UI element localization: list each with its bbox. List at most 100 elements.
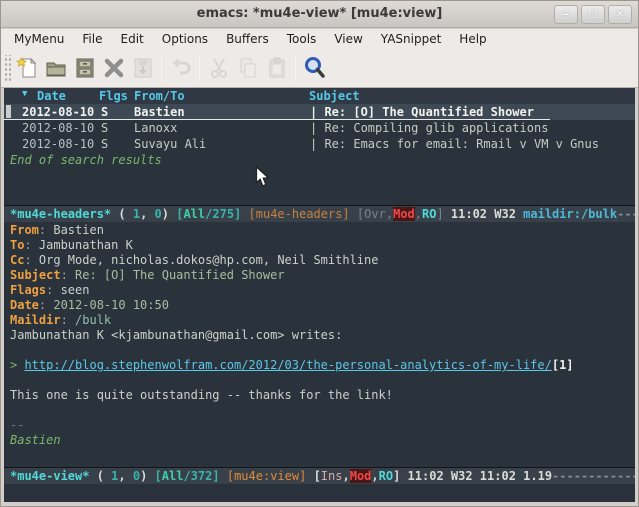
menu-file[interactable]: File: [73, 31, 111, 47]
header-cell-from: Bastien: [134, 105, 185, 119]
message-list: 2012-08-10 S Bastien | Re: [O] The Quantifi…: [4, 104, 635, 152]
message-field-maildir: Maildir: /bulk: [10, 313, 635, 328]
field-label: Subject: [10, 268, 61, 282]
column-header-from[interactable]: From/To: [134, 89, 185, 103]
header-row[interactable]: 2012-08-10SBastien| Re: [O] The Quantifi…: [4, 104, 635, 120]
modeline-segment-all: All: [183, 207, 205, 221]
menu-help[interactable]: Help: [450, 31, 495, 47]
message-header-fields: From: BastienTo: Jambunathan KCc: Org Mo…: [10, 223, 635, 328]
modeline-segment-ins: Ins: [321, 469, 343, 483]
copy-icon: [234, 53, 261, 82]
save-buffer-icon: [129, 53, 156, 82]
close-button[interactable]: ✕: [608, 5, 632, 24]
cut-icon: [205, 53, 232, 82]
header-cell-date: 2012-08-10: [22, 121, 94, 135]
column-header-flags[interactable]: Flgs: [99, 89, 128, 103]
sort-descending-icon[interactable]: ▼: [22, 89, 27, 99]
menu-tools[interactable]: Tools: [278, 31, 326, 47]
field-label: Date: [10, 298, 39, 312]
message-field-subject: Subject: Re: [O] The Quantified Shower: [10, 268, 635, 283]
emacs-window: emacs: *mu4e-view* [mu4e:view] – □ ✕ MyM…: [0, 0, 639, 507]
field-colon: :: [39, 298, 53, 312]
headers-column-row: ▼ Date Flgs From/To Subject: [4, 88, 635, 104]
modeline-segment-text: 11:02 W32 11:02 1.19: [400, 469, 552, 483]
window-controls: – □ ✕: [554, 5, 632, 24]
new-file-icon[interactable]: [13, 53, 40, 82]
echo-area[interactable]: [4, 484, 635, 502]
maximize-button[interactable]: □: [581, 5, 605, 24]
modeline-segment-buffer: *mu4e-headers*: [10, 207, 111, 221]
titlebar[interactable]: emacs: *mu4e-view* [mu4e:view] – □ ✕: [1, 1, 638, 28]
end-of-search-results-text: End of search results: [10, 153, 162, 167]
field-value: Jambunathan K: [39, 238, 133, 252]
dired-icon[interactable]: [71, 53, 98, 82]
menu-view[interactable]: View: [325, 31, 371, 47]
header-cell-flag: S: [101, 121, 108, 135]
header-cell-from: Suvayu Ali: [134, 137, 206, 151]
header-row[interactable]: 2012-08-10 S Lanoxx | Re: Compiling glib ap…: [4, 120, 635, 136]
column-header-date[interactable]: Date: [37, 89, 66, 103]
header-row[interactable]: 2012-08-10SSuvayu Ali| Re: Emacs for ema…: [4, 136, 635, 152]
search-icon[interactable]: [301, 53, 328, 82]
menu-options[interactable]: Options: [153, 31, 217, 47]
modeline-segment-orange: [mu4e-headers]: [249, 207, 350, 221]
message-field-from: From: Bastien: [10, 223, 635, 238]
body-quote-text: >: [10, 358, 24, 372]
modeline-segment-num: 1: [133, 207, 140, 221]
modeline-segment-text: [350, 207, 357, 221]
message-field-date: Date: 2012-08-10 10:50: [10, 298, 635, 313]
modeline-segment-num: [: [155, 469, 162, 483]
menu-buffers[interactable]: Buffers: [217, 31, 278, 47]
message-field-flags: Flags: seen: [10, 283, 635, 298]
menu-edit[interactable]: Edit: [112, 31, 153, 47]
toolbar-separator: [295, 55, 296, 81]
modeline-segment-path: maildir:/bulk: [523, 207, 617, 221]
window-title: emacs: *mu4e-view* [mu4e:view]: [1, 6, 638, 21]
modeline-segment-text: 11:02 W32: [444, 207, 523, 221]
menu-yasnippet[interactable]: YASnippet: [372, 31, 451, 47]
minimize-button[interactable]: –: [554, 5, 578, 24]
modeline-segment-dim: Ovr: [364, 207, 386, 221]
modeline-segment-orange: [mu4e:view]: [227, 469, 306, 483]
field-colon: :: [39, 223, 53, 237]
header-cell-subj: | Re: Compiling glib applications: [310, 121, 548, 135]
undo-icon: [167, 53, 194, 82]
body-line: > http://blog.stephenwolfram.com/2012/03…: [10, 358, 635, 373]
body-blank-line: [10, 373, 635, 388]
field-label: To: [10, 238, 24, 252]
modeline-segment-text: (: [111, 207, 133, 221]
toolbar: [1, 48, 638, 88]
menu-bar: MyMenuFileEditOptionsBuffersToolsViewYAS…: [1, 29, 638, 48]
header-cell-subj: | Re: [O] The Quantified Shower: [310, 105, 534, 119]
body-link[interactable]: http://blog.stephenwolfram.com/2012/03/t…: [24, 358, 551, 372]
modeline-segment-text: ,: [371, 469, 378, 483]
modeline-segment-text: [241, 207, 248, 221]
editor-area: ▼ Date Flgs From/To Subject 2012-08-10 S B…: [4, 88, 635, 502]
modeline-segment-text: [: [314, 469, 321, 483]
body-line: --: [10, 418, 635, 433]
modeline-segment-text: ,: [342, 469, 349, 483]
header-cell-flag: S: [101, 137, 108, 151]
modeline-segment-num: /372: [183, 469, 212, 483]
body-plain-text: This one is quite outstanding -- thanks …: [10, 388, 393, 402]
open-file-icon[interactable]: [42, 53, 69, 82]
field-label: Maildir: [10, 313, 61, 327]
header-cell-date: 2012-08-10: [22, 137, 94, 151]
modeline-segment-ro: RO: [379, 469, 393, 483]
header-cell-from: Lanoxx: [134, 121, 177, 135]
body-line: Jambunathan K <kjambunathan@gmail.com> w…: [10, 328, 635, 343]
message-field-cc: Cc: Org Mode, nicholas.dokos@hp.com, Nei…: [10, 253, 635, 268]
field-value: 2012-08-10 10:50: [53, 298, 169, 312]
modeline-segment-dim: ,: [415, 207, 422, 221]
kill-buffer-icon[interactable]: [100, 53, 127, 82]
modeline-segment-text: ): [140, 469, 154, 483]
modeline-segment-ro: RO: [422, 207, 436, 221]
message-body: Jambunathan K <kjambunathan@gmail.com> w…: [10, 328, 635, 448]
column-header-subject[interactable]: Subject: [309, 89, 360, 103]
modeline-segment-dim: ]: [436, 207, 443, 221]
field-value: Bastien: [53, 223, 104, 237]
message-field-to: To: Jambunathan K: [10, 238, 635, 253]
toolbar-grip-handle[interactable]: [3, 55, 12, 81]
menu-mymenu[interactable]: MyMenu: [5, 31, 73, 47]
field-label: Cc: [10, 253, 24, 267]
